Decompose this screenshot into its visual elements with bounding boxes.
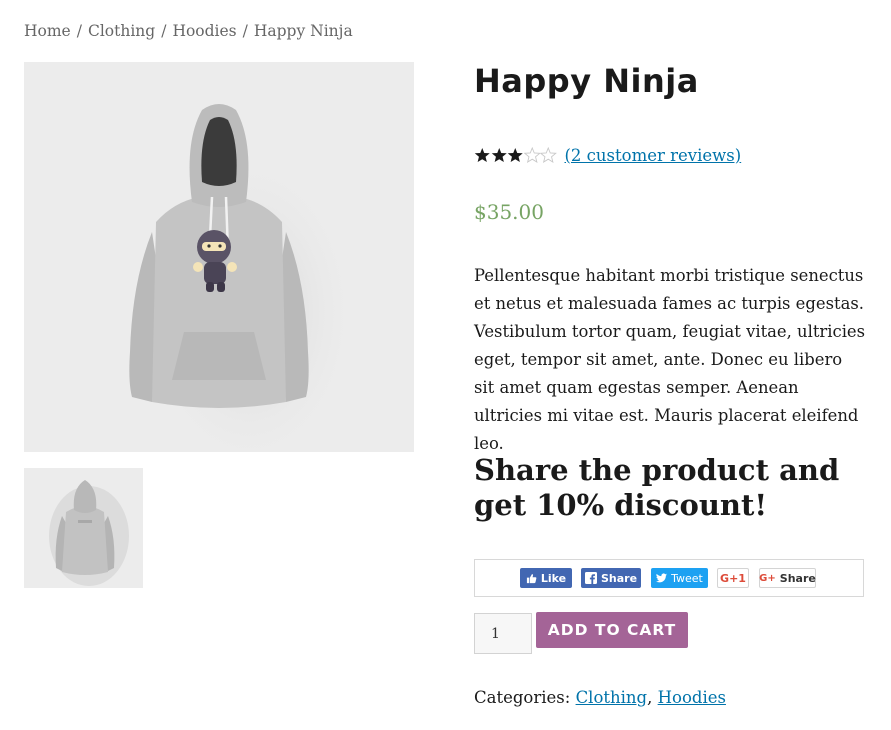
add-to-cart-button[interactable]: ADD TO CART bbox=[536, 612, 688, 648]
product-thumbnail[interactable] bbox=[24, 468, 143, 588]
tweet-label: Tweet bbox=[671, 571, 703, 585]
facebook-share-button[interactable]: Share bbox=[581, 568, 641, 588]
star-filled-icon bbox=[491, 148, 507, 162]
google-plus-share-button[interactable]: G+ Share bbox=[759, 568, 816, 588]
product-rating: (2 customer reviews) bbox=[474, 143, 741, 167]
category-link-clothing[interactable]: Clothing bbox=[576, 688, 648, 707]
twitter-icon bbox=[656, 573, 668, 583]
product-title: Happy Ninja bbox=[474, 62, 699, 100]
facebook-share-label: Share bbox=[600, 571, 638, 585]
star-filled-icon bbox=[507, 148, 523, 162]
categories-label: Categories: bbox=[474, 688, 571, 707]
share-discount-heading: Share the product and get 10% discount! bbox=[474, 453, 840, 522]
quantity-value: 1 bbox=[491, 625, 500, 642]
thumbs-up-icon bbox=[526, 573, 537, 584]
breadcrumb-clothing-link[interactable]: Clothing bbox=[88, 22, 155, 40]
customer-reviews-link[interactable]: (2 customer reviews) bbox=[565, 146, 742, 165]
google-plus-one-label: G+1 bbox=[720, 571, 746, 585]
star-empty-icon bbox=[523, 147, 540, 163]
star-filled-icon bbox=[474, 148, 490, 162]
quantity-input[interactable]: 1 bbox=[474, 613, 532, 654]
product-short-description: Pellentesque habitant morbi tristique se… bbox=[474, 266, 866, 453]
facebook-icon bbox=[584, 572, 597, 584]
breadcrumb-separator: / bbox=[76, 22, 82, 40]
star-empty-icon bbox=[540, 147, 557, 163]
facebook-like-label: Like bbox=[540, 571, 567, 585]
breadcrumb-separator: / bbox=[242, 22, 248, 40]
google-plus-share-label: Share bbox=[779, 571, 816, 585]
category-link-hoodies[interactable]: Hoodies bbox=[658, 688, 726, 707]
star-rating bbox=[474, 147, 557, 163]
breadcrumb-separator: / bbox=[161, 22, 167, 40]
breadcrumb-home-link[interactable]: Home bbox=[24, 22, 71, 40]
facebook-like-button[interactable]: Like bbox=[520, 568, 572, 588]
social-share-box: Like Share Tweet G+1 G+ Share bbox=[474, 559, 864, 597]
breadcrumb-current: Happy Ninja bbox=[253, 22, 353, 40]
breadcrumb-hoodies-link[interactable]: Hoodies bbox=[172, 22, 236, 40]
product-categories: Categories: Clothing, Hoodies bbox=[474, 688, 726, 707]
google-plus-one-button[interactable]: G+1 bbox=[717, 568, 749, 588]
product-main-image[interactable] bbox=[24, 62, 414, 452]
category-separator: , bbox=[647, 688, 653, 707]
hoodie-back-illustration bbox=[49, 480, 129, 586]
google-plus-icon: G+ bbox=[759, 572, 776, 584]
product-price: $35.00 bbox=[474, 200, 544, 224]
breadcrumb: Home / Clothing / Hoodies / Happy Ninja bbox=[24, 22, 353, 40]
hoodie-front-illustration bbox=[129, 104, 359, 452]
twitter-tweet-button[interactable]: Tweet bbox=[651, 568, 708, 588]
